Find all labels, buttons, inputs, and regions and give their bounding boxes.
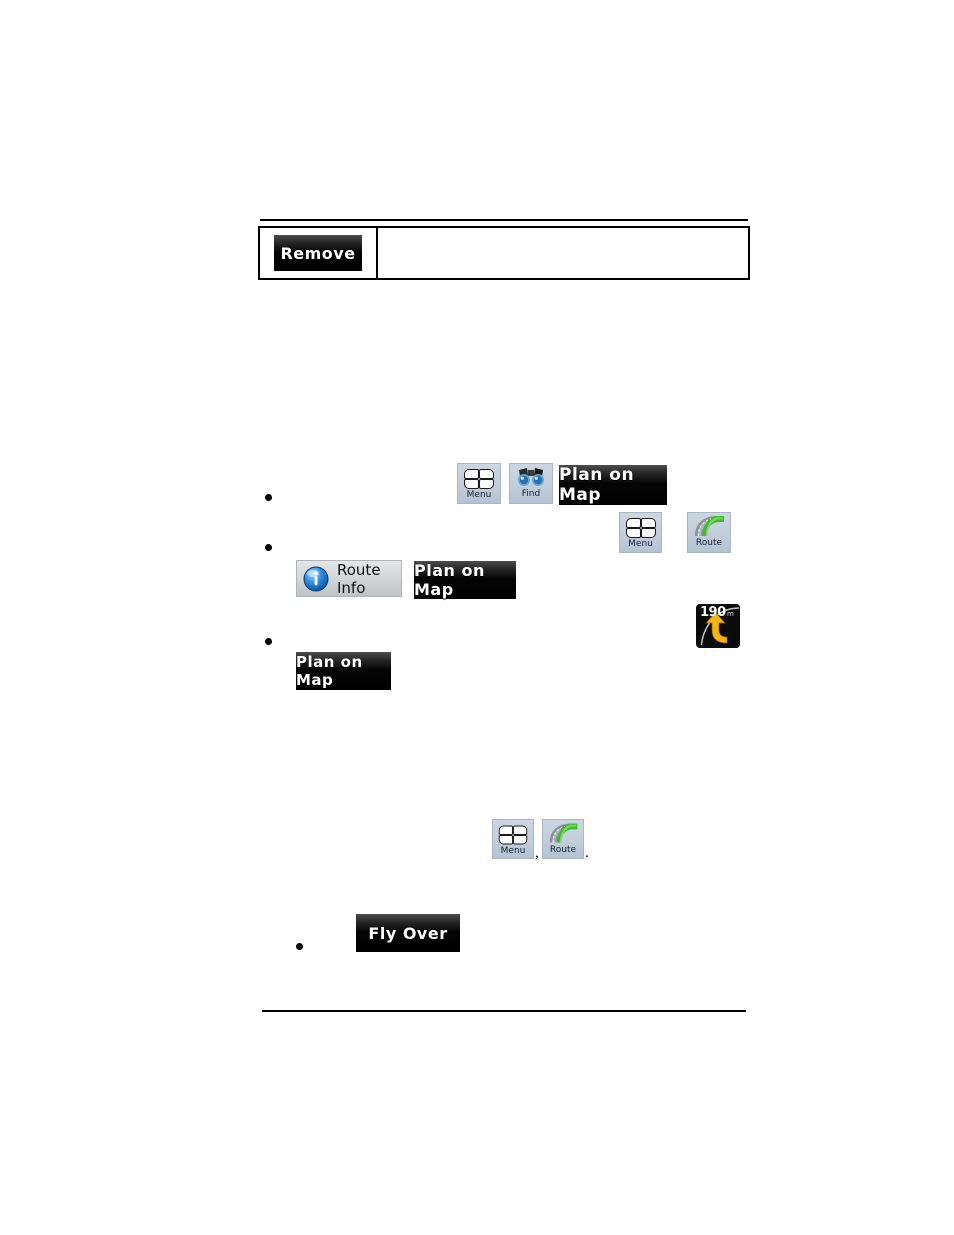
turn-distance-unit: m — [727, 610, 734, 618]
route-info-label: Route Info — [337, 560, 381, 597]
grid-icon — [464, 469, 494, 489]
fly-over-label: Fly Over — [368, 923, 448, 943]
fly-over-button[interactable]: Fly Over — [356, 914, 460, 952]
comma-after-menu: , — [535, 845, 539, 861]
menu-icon-tile-1[interactable]: Menu — [457, 463, 501, 504]
menu-icon-caption: Menu — [628, 539, 653, 549]
list-bullet-4 — [296, 943, 303, 950]
route-icon-caption: Route — [695, 538, 723, 548]
route-info-button[interactable]: Route Info — [296, 560, 402, 597]
top-horizontal-rule — [260, 219, 748, 221]
find-icon-caption: Find — [521, 489, 541, 499]
route-icon-tile-1[interactable]: Route — [687, 512, 731, 553]
remove-button-label: Remove — [280, 243, 356, 263]
turn-left-instruction-icon: 190 m — [696, 604, 740, 648]
info-icon — [303, 566, 329, 592]
route-icon-caption: Route — [549, 845, 577, 855]
list-bullet-1 — [265, 494, 272, 501]
plan-on-map-button-3[interactable]: Plan on Map — [296, 652, 391, 690]
document-page: Remove Menu Find Plan on Map Menu Route … — [0, 0, 954, 1235]
table-cell-description — [378, 228, 748, 278]
menu-icon-caption: Menu — [466, 490, 492, 500]
road-icon — [547, 823, 579, 844]
list-bullet-2 — [265, 544, 272, 551]
plan-on-map-button-2[interactable]: Plan on Map — [414, 561, 516, 599]
route-icon-tile-2[interactable]: Route — [542, 819, 584, 859]
road-icon — [692, 515, 726, 537]
menu-icon-tile-3[interactable]: Menu — [492, 819, 534, 859]
grid-icon — [498, 825, 528, 845]
remove-button[interactable]: Remove — [274, 235, 362, 271]
binoculars-icon — [515, 466, 547, 488]
list-bullet-3 — [265, 638, 272, 645]
plan-on-map-label-1: Plan on Map — [559, 465, 635, 505]
find-icon-tile[interactable]: Find — [509, 463, 553, 504]
turn-distance-value: 190 — [700, 605, 726, 620]
remove-table: Remove — [258, 226, 750, 280]
menu-icon-caption: Menu — [500, 846, 526, 856]
plan-on-map-label-3: Plan on Map — [296, 653, 363, 689]
bottom-horizontal-rule — [262, 1010, 746, 1012]
plan-on-map-label-2: Plan on Map — [414, 561, 485, 599]
table-cell-icon: Remove — [260, 228, 378, 278]
period-after-route: . — [585, 845, 589, 861]
plan-on-map-button-1[interactable]: Plan on Map — [559, 465, 667, 505]
grid-icon — [625, 518, 656, 538]
menu-icon-tile-2[interactable]: Menu — [619, 512, 662, 553]
